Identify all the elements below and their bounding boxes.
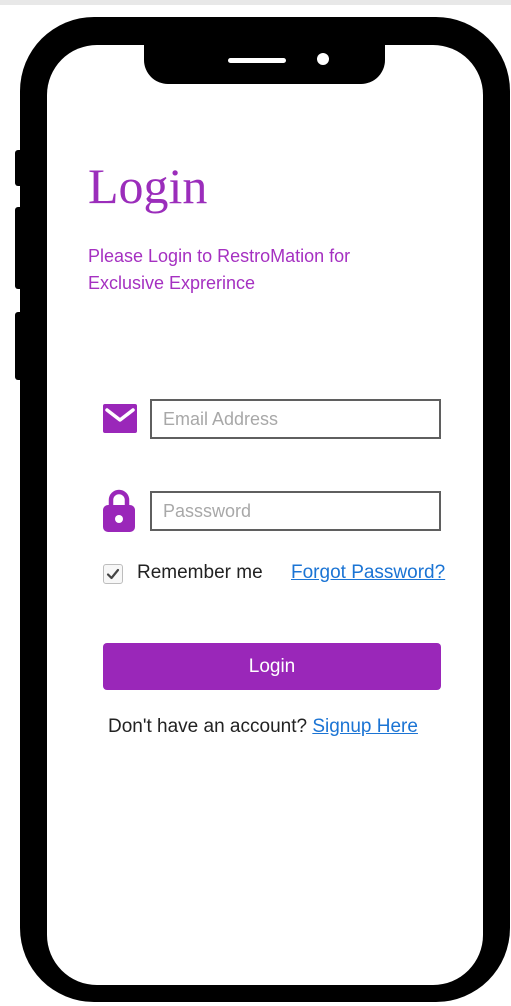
remember-label: Remember me bbox=[137, 562, 263, 583]
forgot-password-link[interactable]: Forgot Password? bbox=[291, 561, 445, 585]
email-field[interactable] bbox=[150, 399, 441, 439]
login-button[interactable]: Login bbox=[103, 643, 441, 690]
page-subtitle: Please Login to RestroMation for Exclusi… bbox=[88, 246, 351, 293]
front-camera bbox=[317, 53, 329, 65]
speaker-grille bbox=[228, 58, 286, 63]
top-divider bbox=[0, 0, 511, 5]
password-field[interactable] bbox=[150, 491, 441, 531]
page-title: Login bbox=[88, 158, 208, 214]
checkmark-icon bbox=[106, 568, 120, 580]
remember-checkbox[interactable] bbox=[103, 564, 123, 584]
signup-prompt: Don't have an account? bbox=[108, 716, 308, 737]
signup-link[interactable]: Signup Here bbox=[312, 716, 418, 737]
lock-icon bbox=[103, 489, 135, 532]
signup-row: Don't have an account? Signup Here bbox=[108, 715, 418, 739]
mail-icon bbox=[103, 404, 137, 433]
